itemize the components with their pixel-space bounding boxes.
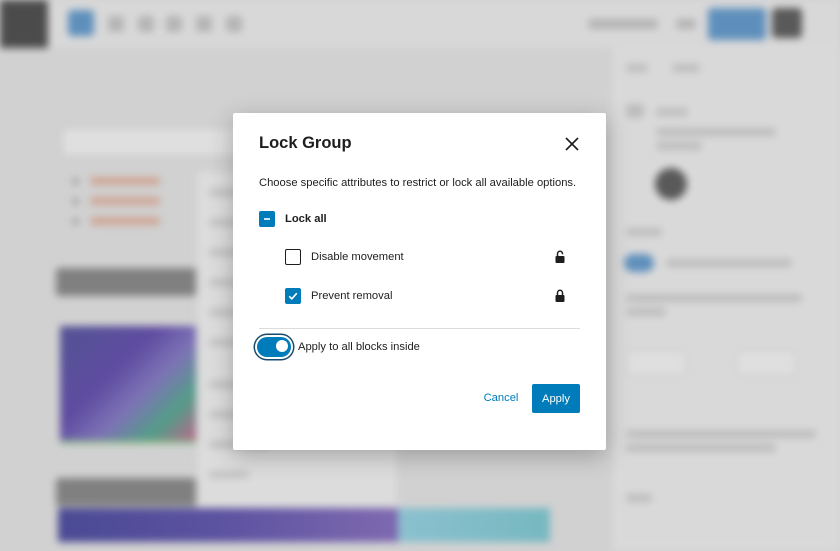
disable-movement-label: Disable movement xyxy=(311,251,404,263)
modal-title: Lock Group xyxy=(259,134,352,152)
apply-inside-toggle[interactable] xyxy=(257,337,291,357)
modal-description: Choose specific attributes to restrict o… xyxy=(259,177,577,189)
lock-all-label: Lock all xyxy=(285,213,327,225)
apply-button[interactable]: Apply xyxy=(532,384,580,413)
indeterminate-icon xyxy=(264,218,270,220)
lock-all-row[interactable]: Lock all xyxy=(259,211,327,227)
lock-open-icon xyxy=(555,250,565,263)
prevent-removal-label: Prevent removal xyxy=(311,290,393,302)
close-button[interactable] xyxy=(559,131,585,157)
lock-group-modal: Lock Group Choose specific attributes to… xyxy=(233,113,606,450)
toggle-knob xyxy=(276,340,288,352)
disable-movement-checkbox[interactable] xyxy=(285,249,301,265)
disable-movement-row[interactable]: Disable movement xyxy=(285,249,404,265)
lock-all-checkbox[interactable] xyxy=(259,211,275,227)
prevent-removal-checkbox[interactable] xyxy=(285,288,301,304)
apply-inside-label: Apply to all blocks inside xyxy=(298,341,420,353)
check-icon xyxy=(288,292,298,300)
lock-closed-icon xyxy=(555,289,565,302)
prevent-removal-row[interactable]: Prevent removal xyxy=(285,288,392,304)
modal-divider xyxy=(259,328,580,329)
close-icon xyxy=(565,137,579,151)
cancel-button[interactable]: Cancel xyxy=(477,384,525,412)
